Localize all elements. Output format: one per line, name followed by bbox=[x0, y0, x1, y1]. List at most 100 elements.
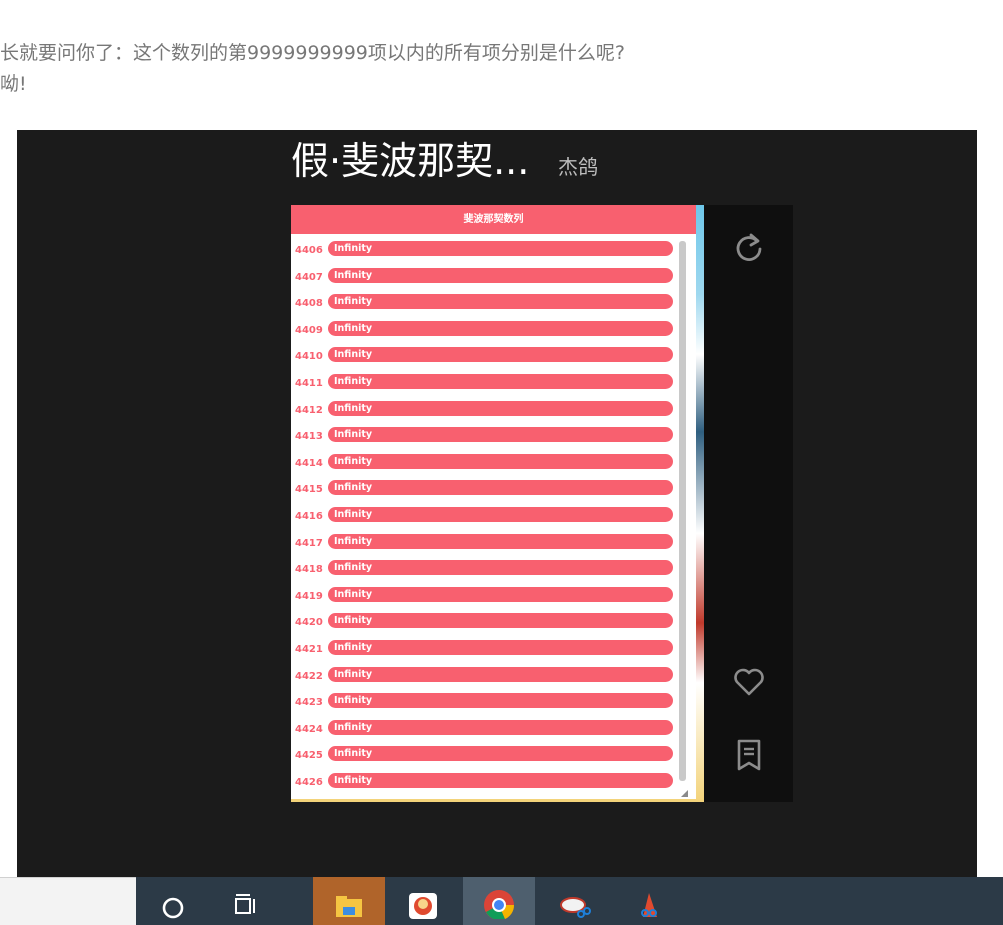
term-value-bar: Infinity bbox=[328, 560, 673, 576]
term-value: Infinity bbox=[334, 455, 373, 467]
term-index: 4420 bbox=[295, 617, 323, 629]
cortana-button[interactable] bbox=[147, 877, 199, 925]
term-value: Infinity bbox=[334, 508, 373, 520]
term-value: Infinity bbox=[334, 429, 373, 441]
list-item: 4415 Infinity bbox=[295, 478, 676, 505]
game-app-button[interactable] bbox=[397, 877, 449, 925]
term-value-bar: Infinity bbox=[328, 294, 673, 310]
term-value-bar: Infinity bbox=[328, 639, 673, 655]
term-value-bar: Infinity bbox=[328, 400, 673, 416]
list-item: 4426 Infinity bbox=[295, 771, 676, 798]
list-item: 4419 Infinity bbox=[295, 585, 676, 612]
term-index: 4410 bbox=[295, 351, 323, 363]
reload-icon bbox=[736, 233, 762, 261]
term-value-bar: Infinity bbox=[328, 666, 673, 682]
snipping-tool-icon bbox=[560, 897, 591, 918]
list-item: 4411 Infinity bbox=[295, 372, 676, 399]
term-value-bar: Infinity bbox=[328, 693, 673, 709]
term-value-bar: Infinity bbox=[328, 453, 673, 469]
term-value-bar: Infinity bbox=[328, 320, 673, 336]
term-value: Infinity bbox=[334, 695, 373, 707]
term-value-bar: Infinity bbox=[328, 373, 673, 389]
term-value: Infinity bbox=[334, 269, 373, 281]
term-value-bar: Infinity bbox=[328, 613, 673, 629]
term-value: Infinity bbox=[334, 322, 373, 334]
term-index: 4411 bbox=[295, 377, 323, 389]
list-item: 4421 Infinity bbox=[295, 638, 676, 665]
task-view-icon bbox=[235, 894, 255, 914]
reload-button[interactable] bbox=[732, 232, 766, 266]
term-value: Infinity bbox=[334, 588, 373, 600]
sequence-list: 4406 Infinity 4407 Infinity 4408 Infinity 4409… bbox=[295, 239, 676, 797]
article-text-line: 呦! bbox=[0, 73, 27, 95]
term-value: Infinity bbox=[334, 375, 373, 387]
term-value-bar: Infinity bbox=[328, 427, 673, 443]
term-index: 4417 bbox=[295, 537, 323, 549]
term-value-bar: Infinity bbox=[328, 772, 673, 788]
app-author[interactable]: 杰鸽 bbox=[558, 152, 598, 182]
bookmark-button[interactable] bbox=[732, 738, 766, 772]
list-item: 4406 Infinity bbox=[295, 239, 676, 266]
term-value-bar: Infinity bbox=[328, 480, 673, 496]
term-index: 4406 bbox=[295, 245, 323, 256]
term-index: 4422 bbox=[295, 670, 323, 682]
term-value-bar: Infinity bbox=[328, 241, 673, 256]
term-value-bar: Infinity bbox=[328, 267, 673, 283]
term-index: 4416 bbox=[295, 510, 323, 522]
term-value: Infinity bbox=[334, 243, 373, 254]
list-item: 4412 Infinity bbox=[295, 399, 676, 426]
term-index: 4413 bbox=[295, 431, 323, 443]
list-item: 4407 Infinity bbox=[295, 266, 676, 293]
snipping-tool-button[interactable] bbox=[549, 877, 601, 925]
term-index: 4408 bbox=[295, 298, 323, 310]
list-item: 4422 Infinity bbox=[295, 665, 676, 692]
term-value-bar: Infinity bbox=[328, 586, 673, 602]
chrome-button[interactable] bbox=[463, 877, 535, 925]
list-item: 4408 Infinity bbox=[295, 292, 676, 319]
list-item: 4409 Infinity bbox=[295, 319, 676, 346]
taskbar-search-area[interactable] bbox=[0, 877, 136, 925]
scrollbar[interactable] bbox=[679, 241, 686, 781]
term-value-bar: Infinity bbox=[328, 719, 673, 735]
file-explorer-button[interactable] bbox=[313, 877, 385, 925]
task-view-button[interactable] bbox=[220, 877, 272, 925]
term-index: 4414 bbox=[295, 457, 323, 469]
term-index: 4412 bbox=[295, 404, 323, 416]
file-explorer-icon bbox=[336, 896, 362, 917]
game-app-icon bbox=[409, 893, 437, 919]
list-item: 4423 Infinity bbox=[295, 691, 676, 718]
term-index: 4423 bbox=[295, 697, 323, 709]
screen-sketch-button[interactable] bbox=[623, 877, 675, 925]
list-item: 4414 Infinity bbox=[295, 452, 676, 479]
term-index: 4425 bbox=[295, 750, 323, 762]
term-value: Infinity bbox=[334, 535, 373, 547]
term-value: Infinity bbox=[334, 615, 373, 627]
term-value: Infinity bbox=[334, 748, 373, 760]
list-item: 4420 Infinity bbox=[295, 611, 676, 638]
search-circle-icon bbox=[162, 897, 184, 919]
term-value-bar: Infinity bbox=[328, 506, 673, 522]
list-item: 4417 Infinity bbox=[295, 532, 676, 559]
term-value-bar: Infinity bbox=[328, 533, 673, 549]
list-item: 4416 Infinity bbox=[295, 505, 676, 532]
background-image-strip bbox=[696, 205, 704, 802]
term-index: 4415 bbox=[295, 484, 323, 496]
action-sidebar bbox=[704, 205, 793, 802]
app-preview-panel: 假·斐波那契... 杰鸽 斐波那契数列 4406 Infinity 4407 Infi… bbox=[17, 130, 977, 877]
screen-sketch-icon bbox=[641, 893, 657, 917]
like-button[interactable] bbox=[732, 665, 766, 699]
taskbar bbox=[0, 877, 1003, 925]
app-title[interactable]: 假·斐波那契... bbox=[291, 136, 529, 186]
term-index: 4419 bbox=[295, 590, 323, 602]
term-value: Infinity bbox=[334, 721, 373, 733]
sequence-header: 斐波那契数列 bbox=[291, 205, 696, 234]
app-frame: 斐波那契数列 4406 Infinity 4407 Infinity 4408 Infin… bbox=[291, 205, 704, 802]
term-value: Infinity bbox=[334, 668, 373, 680]
scrollbar-thumb[interactable] bbox=[679, 241, 686, 781]
term-value: Infinity bbox=[334, 349, 373, 361]
bookmark-icon bbox=[737, 739, 761, 771]
term-index: 4409 bbox=[295, 324, 323, 336]
resize-grip-icon[interactable] bbox=[679, 783, 689, 797]
article-text-line: 长就要问你了：这个数列的第9999999999项以内的所有项分别是什么呢? bbox=[0, 42, 625, 64]
chrome-icon bbox=[484, 890, 515, 919]
